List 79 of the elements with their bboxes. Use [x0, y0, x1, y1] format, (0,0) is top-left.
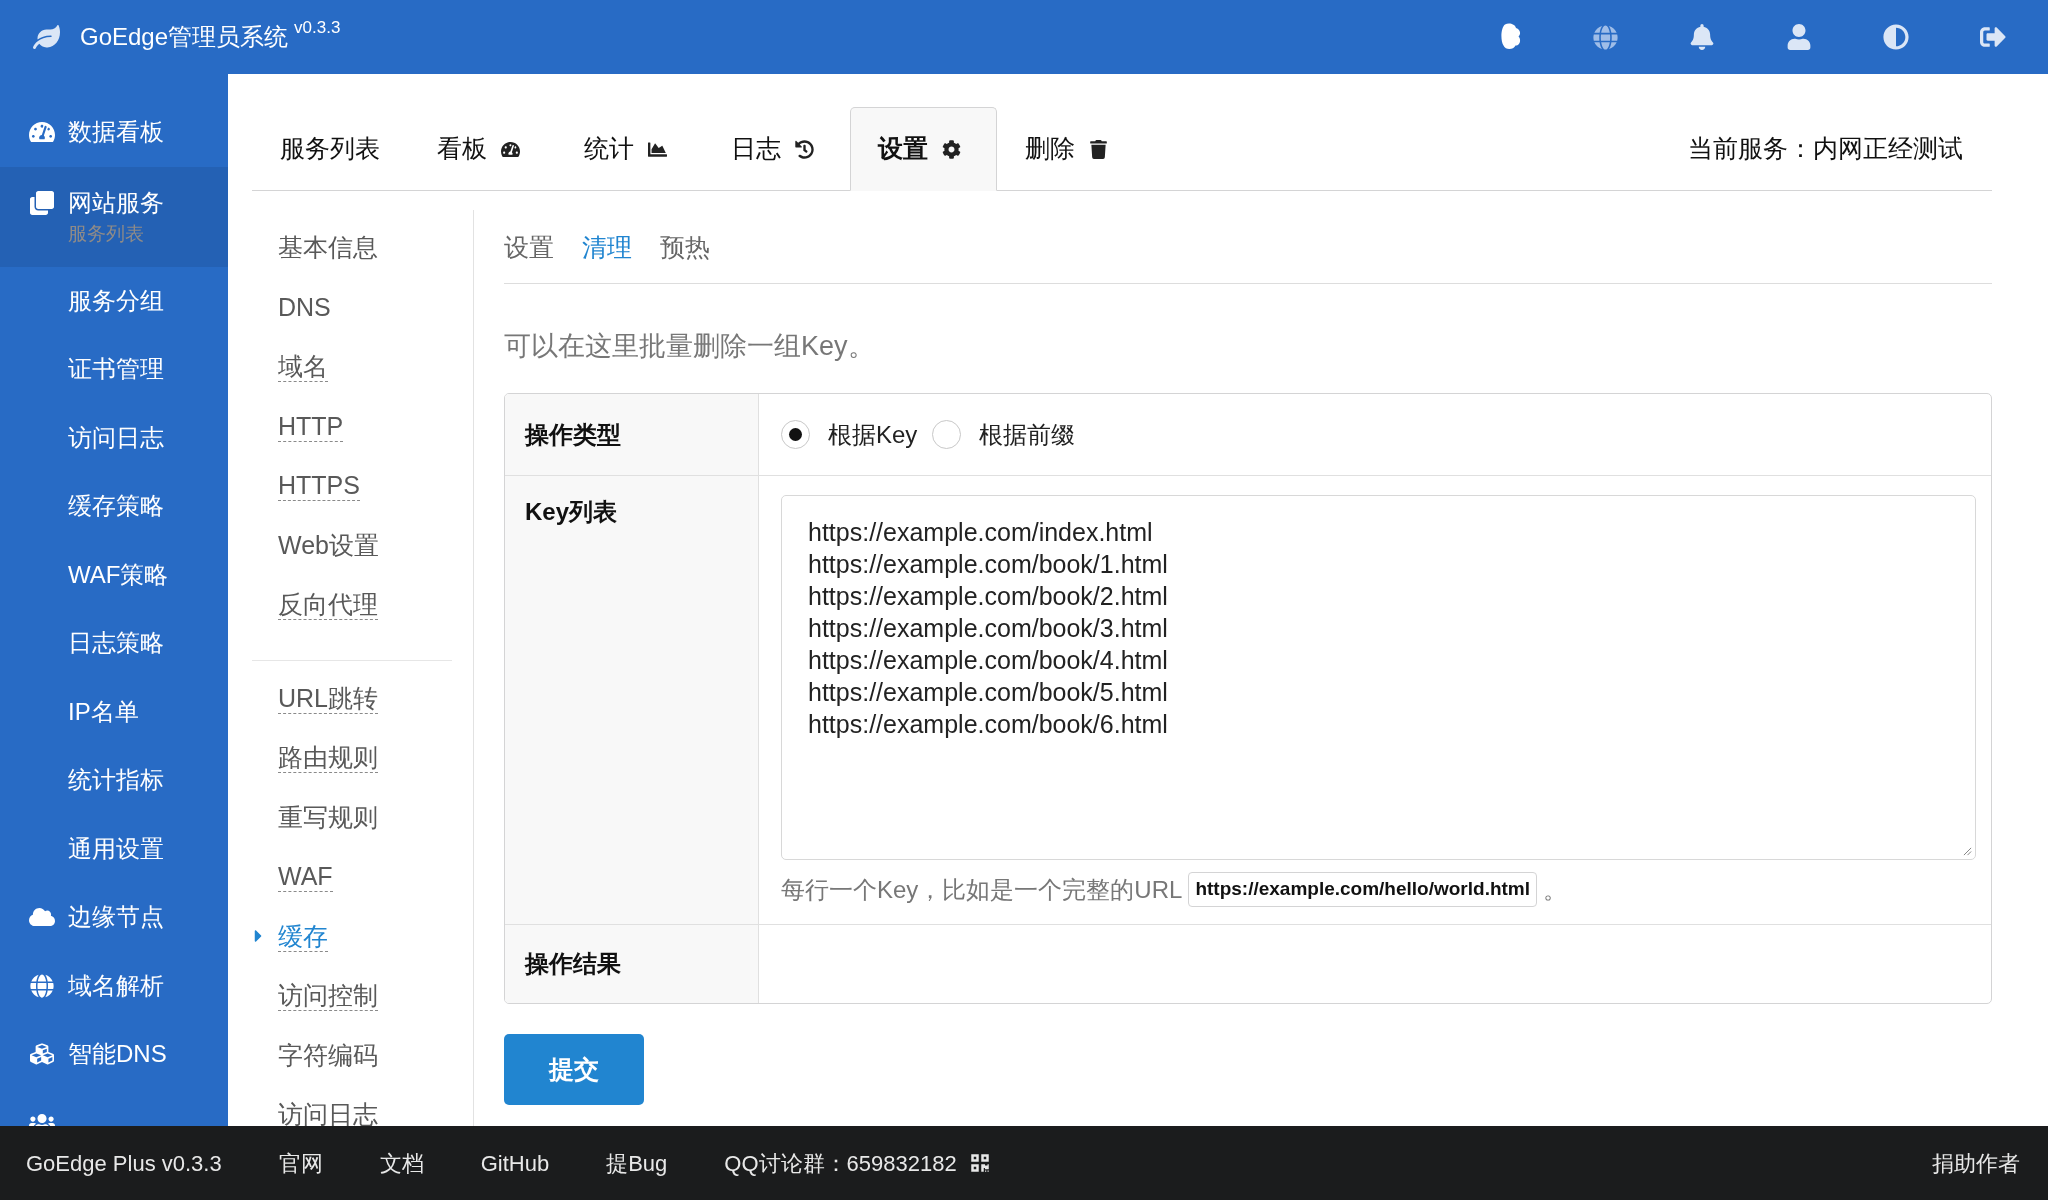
globe-icon[interactable]	[1593, 24, 1618, 50]
sidebar-subitem[interactable]: 通用设置	[0, 814, 228, 883]
logout-icon[interactable]	[1980, 24, 2006, 50]
menu-item[interactable]: URL跳转	[278, 682, 378, 714]
tab[interactable]: 统计	[556, 107, 703, 191]
menu-item[interactable]: Web设置	[278, 529, 379, 561]
sidebar-subitem[interactable]: 统计指标	[0, 746, 228, 815]
qq-group-text: QQ讨论群：659832182	[724, 1149, 957, 1178]
footer-link[interactable]: 捐助作者	[1932, 1146, 2020, 1180]
user-icon[interactable]	[1786, 24, 1812, 50]
radio-label[interactable]: 根据Key	[828, 416, 918, 453]
subtab[interactable]: 预热	[660, 229, 710, 267]
sidebar-item[interactable]: 边缘节点	[0, 883, 228, 952]
menu-item[interactable]: 字符编码	[278, 1039, 378, 1071]
menu-item[interactable]: 基本信息	[278, 232, 378, 264]
blob-icon[interactable]	[1500, 23, 1522, 51]
menu-item[interactable]: 路由规则	[278, 742, 378, 774]
history-icon	[795, 139, 814, 159]
menu-item[interactable]: DNS	[278, 291, 331, 323]
footer-link[interactable]: 文档	[379, 1146, 424, 1180]
settings-icon	[942, 139, 961, 159]
sidebar-subitem[interactable]: IP名单	[0, 677, 228, 746]
subtab[interactable]: 设置	[504, 229, 554, 267]
version-label: v0.3.3	[294, 18, 341, 38]
stacked-squares-icon	[29, 190, 55, 215]
menu-item[interactable]: 重写规则	[278, 801, 378, 833]
area-chart-icon	[648, 139, 667, 159]
tab[interactable]: 看板	[409, 107, 556, 191]
tab[interactable]: 删除	[997, 107, 1144, 191]
footer-brand: GoEdge Plus v0.3.3	[26, 1149, 222, 1178]
tab[interactable]: 服务列表	[252, 107, 409, 191]
menu-item[interactable]: HTTPS	[278, 470, 360, 502]
radio-label[interactable]: 根据前缀	[979, 416, 1076, 453]
gauge-icon	[501, 139, 520, 159]
sidebar-subitem[interactable]: 日志策略	[0, 609, 228, 678]
app-title: GoEdge管理员系统	[80, 22, 289, 52]
globe-icon	[29, 973, 55, 998]
field-label: Key列表	[525, 497, 618, 527]
sidebar-subitem[interactable]: WAF策略	[0, 540, 228, 609]
description-text: 可以在这里批量删除一组Key。	[504, 330, 875, 363]
sidebar-item[interactable]: 智能DNS	[0, 1020, 228, 1089]
bell-icon[interactable]	[1689, 24, 1715, 50]
subtab[interactable]: 清理	[582, 229, 632, 267]
hint-text: 每行一个Key，比如是一个完整的URL	[781, 874, 1183, 905]
sidebar-subitem[interactable]: 访问日志	[0, 403, 228, 472]
sidebar-subitem[interactable]: 服务分组	[0, 266, 228, 335]
tab[interactable]: 设置	[850, 107, 997, 191]
leaf-icon	[33, 25, 60, 49]
sidebar-subitem[interactable]: 证书管理	[0, 335, 228, 404]
sidebar-subitem[interactable]: 缓存策略	[0, 472, 228, 541]
menu-item[interactable]: HTTP	[278, 410, 344, 442]
menu-item[interactable]: 反向代理	[278, 589, 378, 621]
field-label: 操作类型	[525, 419, 621, 450]
footer-link[interactable]: GitHub	[480, 1146, 550, 1180]
sidebar-item[interactable]: 网站服务 服务列表	[0, 166, 228, 267]
resize-handle-icon[interactable]	[1963, 847, 1972, 856]
cubes-icon	[29, 1042, 55, 1067]
menu-item[interactable]: 缓存	[278, 920, 328, 952]
menu-item[interactable]: 访问日志	[278, 1099, 378, 1126]
footer-link[interactable]: 提Bug	[606, 1146, 668, 1180]
menu-item[interactable]: 访问控制	[278, 980, 378, 1012]
qr-code-icon[interactable]	[969, 1153, 990, 1173]
radio-button[interactable]	[781, 420, 810, 449]
current-service-label: 当前服务：内网正经测试	[1688, 133, 1964, 165]
contrast-icon[interactable]	[1883, 24, 1909, 50]
key-list-textarea[interactable]: https://example.com/index.html https://example.com/book/1.html https://example.com/book/2.html https://example.com/book/3.html https://example.com/book/4.html https://example.com/book/5.html https://example.com/book/6.html	[781, 495, 1976, 860]
menu-item[interactable]: 域名	[278, 351, 328, 383]
menu-item[interactable]: WAF	[278, 861, 333, 893]
radio-button[interactable]	[932, 420, 962, 449]
example-url: https://example.com/hello/world.html	[1188, 872, 1538, 907]
field-label: 操作结果	[525, 949, 621, 979]
trash-icon	[1089, 139, 1108, 159]
sidebar-item[interactable]: 域名解析	[0, 951, 228, 1020]
submit-button[interactable]: 提交	[504, 1034, 644, 1105]
footer-link[interactable]: 官网	[278, 1146, 323, 1180]
sidebar-item[interactable]: 数据看板	[0, 98, 228, 167]
sidebar-subtitle: 服务列表	[68, 221, 144, 246]
gauge-icon	[29, 120, 55, 145]
hint-text: 。	[1543, 874, 1568, 905]
